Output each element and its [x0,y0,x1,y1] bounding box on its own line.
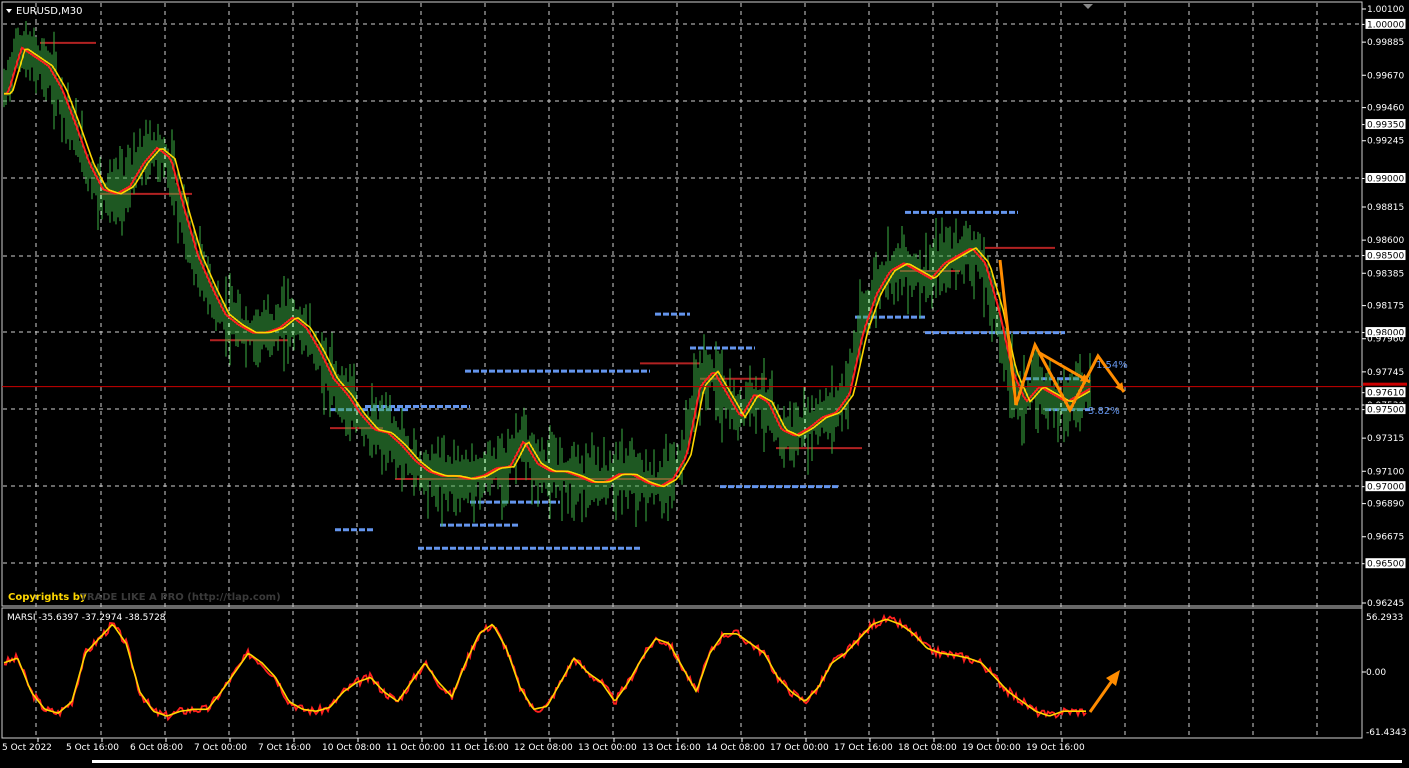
fib-label-upper: 1.54% [1096,360,1128,371]
price-label-6: 0.99245 [1367,137,1404,147]
indicator-scale-min: -61.4343 [1366,728,1406,738]
price-tag-label-10: 0.98500 [1367,252,1404,262]
price-label-11: 0.98385 [1367,269,1404,279]
chart-title: EURUSD,M30 [16,6,82,17]
time-label-11: 14 Oct 08:00 [706,743,765,753]
copyright-brand: TRADE LIKE A PRO (http://tlap.com) [80,592,281,603]
projection-path [998,259,1126,414]
ma-fast-line [4,46,1091,488]
marsi-slow-line [3,618,1086,717]
price-axis: 1.00100 1.00000 0.99885 0.99670 0.99460 0.993… [1362,5,1407,609]
shift-marker-icon[interactable] [1083,4,1093,9]
price-label-2: 0.99885 [1367,38,1404,48]
indicator-scale-max: 56.2933 [1366,613,1403,623]
marsi-projection-arrow-icon [1106,670,1120,686]
current-price-marker [1363,382,1407,386]
price-label-9: 0.98600 [1367,236,1404,246]
time-label-12: 17 Oct 00:00 [770,743,829,753]
time-label-16: 19 Oct 16:00 [1026,743,1085,753]
indicator-scale-zero: 0.00 [1366,668,1386,678]
chart-canvas[interactable]: 1.00100 1.00000 0.99885 0.99670 0.99460 0.993… [0,0,1409,764]
time-label-14: 18 Oct 08:00 [898,743,957,753]
time-label-15: 19 Oct 00:00 [962,743,1021,753]
marsi-indicator [3,613,1120,722]
price-label-15: 0.97745 [1367,368,1404,378]
price-tag-label-5: 0.99350 [1367,121,1404,131]
price-tag-label-21: 0.97000 [1367,483,1404,493]
grid [3,3,1361,737]
price-label-4: 0.99460 [1367,104,1404,114]
time-label-13: 17 Oct 16:00 [834,743,893,753]
time-label-5: 10 Oct 08:00 [322,743,381,753]
copyright-prefix: Copyrights by [8,592,87,603]
time-label-0: 5 Oct 2022 [2,743,52,753]
price-tag-label-24: 0.96500 [1367,560,1404,570]
price-tag-label-18: 0.97500 [1367,406,1404,416]
marsi-fast-line [3,613,1087,722]
time-label-3: 7 Oct 00:00 [194,743,247,753]
ma-slow-line [4,48,1091,488]
price-label-23: 0.96675 [1367,533,1404,543]
time-label-1: 5 Oct 16:00 [66,743,119,753]
price-label-22: 0.96890 [1367,500,1404,510]
time-label-10: 13 Oct 16:00 [642,743,701,753]
main-chart-frame [1,1,1363,607]
price-tag-label-1: 1.00000 [1367,20,1404,30]
time-label-8: 12 Oct 08:00 [514,743,573,753]
price-label-19: 0.97315 [1367,434,1404,444]
price-tag-label-16: 0.97610 [1367,389,1404,399]
price-label-25: 0.96245 [1367,599,1404,609]
time-label-9: 13 Oct 00:00 [578,743,637,753]
indicator-label: MARSI -35.6397 -37.2974 -38.5728 [7,613,166,623]
time-label-4: 7 Oct 16:00 [258,743,311,753]
terminal-window: 1.00100 1.00000 0.99885 0.99670 0.99460 0.993… [0,0,1409,764]
status-bar-strip [92,760,1402,763]
status-bar [0,758,1409,764]
price-label-0: 1.00100 [1367,5,1404,15]
marsi-projection-line [1088,677,1116,713]
time-axis: 5 Oct 2022 5 Oct 16:00 6 Oct 08:00 7 Oct 00… [2,738,1085,753]
price-label-3: 0.99670 [1367,71,1404,81]
price-tag-label-7: 0.99000 [1367,174,1404,184]
price-label-8: 0.98815 [1367,203,1404,213]
indicator-frame [1,607,1363,739]
price-label-20: 0.97100 [1367,467,1404,477]
price-label-14: 0.97960 [1367,335,1404,345]
price-label-12: 0.98175 [1367,302,1404,312]
time-label-2: 6 Oct 08:00 [130,743,183,753]
chart-menu-triangle-icon[interactable] [6,9,12,13]
time-label-7: 11 Oct 16:00 [450,743,509,753]
fib-label-lower: 3.82% [1088,406,1120,417]
forecast-projection [998,259,1126,414]
time-label-6: 11 Oct 00:00 [386,743,445,753]
